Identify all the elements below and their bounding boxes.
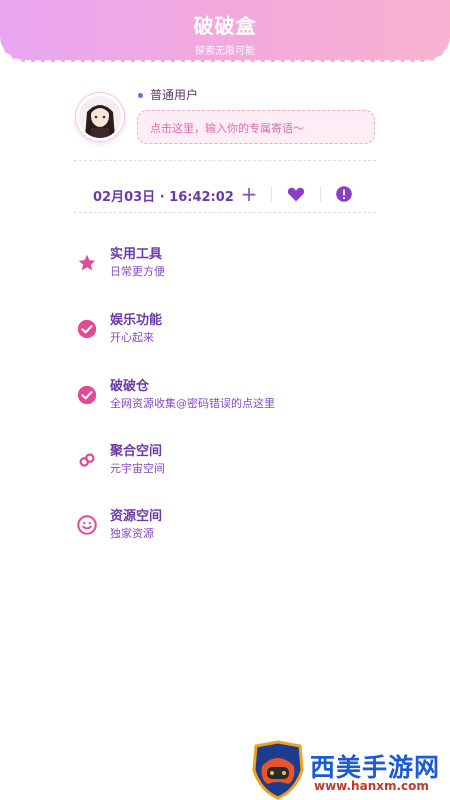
app-title: 破破盒 (193, 14, 257, 38)
datetime-display: 02月03日 · 16:42:02 (93, 190, 234, 205)
watermark-url: www.hanxm.com (314, 779, 429, 793)
divider (74, 160, 376, 161)
toolbar-separator (271, 186, 272, 202)
menu-item-popocang[interactable]: 破破仓 全网资源收集@密码错误的点这里 (74, 375, 374, 415)
menu-item-label: 实用工具 (110, 247, 163, 262)
app-subtitle: 探索无限可能 (195, 46, 255, 57)
add-button[interactable]: + (238, 183, 260, 205)
avatar[interactable] (76, 93, 124, 141)
check-circle-icon (76, 318, 98, 340)
menu-item-desc: 元宇宙空间 (110, 462, 165, 475)
star-icon (76, 252, 98, 274)
menu-item-desc: 日常更方便 (110, 265, 165, 278)
menu-item-desc: 独家资源 (110, 527, 154, 540)
smile-icon (76, 514, 98, 536)
toolbar-separator (320, 186, 321, 202)
menu-item-entertainment[interactable]: 娱乐功能 开心起来 (74, 309, 374, 349)
check-circle-icon (76, 384, 98, 406)
heart-icon (287, 187, 305, 202)
menu-item-resource-space[interactable]: 资源空间 独家资源 (74, 505, 374, 545)
menu-item-desc: 开心起来 (110, 331, 154, 344)
menu-item-label: 娱乐功能 (110, 313, 163, 328)
menu-item-label: 资源空间 (110, 509, 163, 524)
info-button[interactable] (333, 183, 355, 205)
menu-item-label: 聚合空间 (110, 444, 163, 459)
avatar-image (79, 96, 121, 138)
bullet-dot-icon (138, 93, 143, 98)
motto-input[interactable]: 点击这里，输入你的专属寄语〜 (137, 110, 375, 144)
menu-item-aggregate-space[interactable]: 聚合空间 元宇宙空间 (74, 440, 374, 480)
divider (74, 212, 376, 213)
favorite-button[interactable] (285, 183, 307, 205)
app-header: 破破盒 探索无限可能 (0, 0, 450, 62)
menu-item-label: 破破仓 (110, 379, 150, 394)
user-type-text: 普通用户 (150, 88, 199, 102)
menu-item-desc: 全网资源收集@密码错误的点这里 (110, 397, 275, 410)
link-icon (76, 449, 98, 471)
alert-icon (336, 186, 352, 202)
user-type-label: 普通用户 (138, 86, 198, 103)
menu-item-tools[interactable]: 实用工具 日常更方便 (74, 243, 374, 283)
